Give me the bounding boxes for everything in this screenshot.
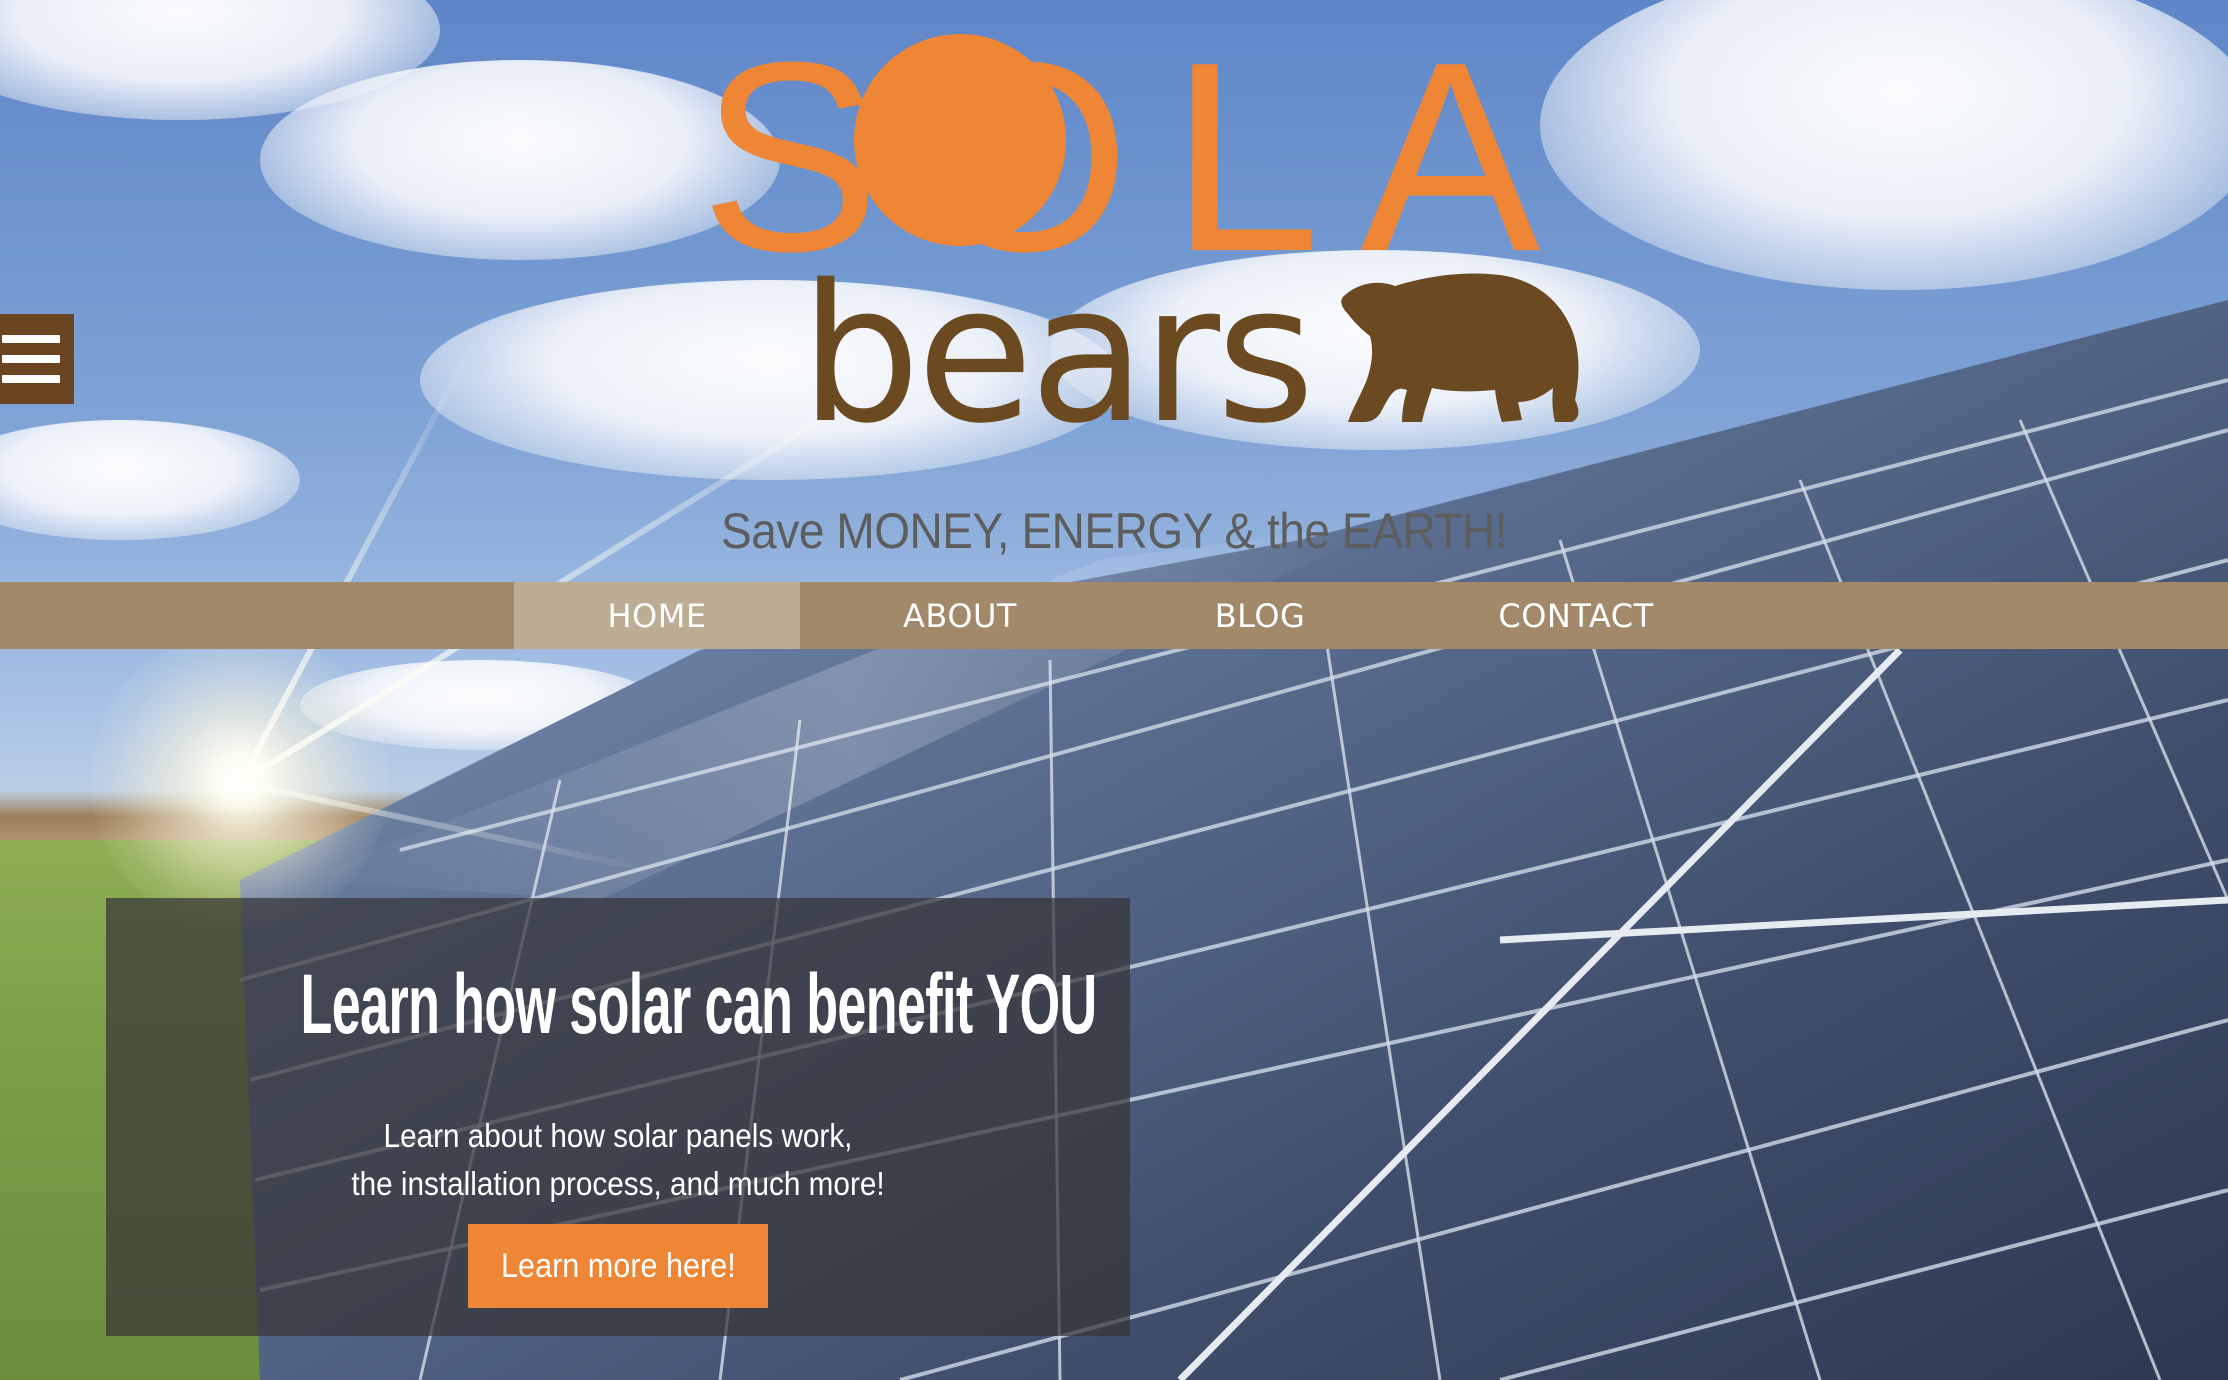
page: SOLAR bears Save MONEY, ENERGY & the EAR… xyxy=(0,0,2228,1380)
nav-home[interactable]: HOME xyxy=(514,582,800,649)
hamburger-icon-bar xyxy=(2,335,60,343)
tagline: Save MONEY, ENERGY & the EARTH! xyxy=(721,503,1507,559)
nav-about[interactable]: ABOUT xyxy=(830,582,1090,649)
hamburger-icon-bar xyxy=(2,355,60,363)
main-nav: HOME ABOUT BLOG CONTACT xyxy=(0,582,2228,649)
hero-card: Learn how solar can benefit YOU Learn ab… xyxy=(106,898,1130,1336)
learn-more-button[interactable]: Learn more here! xyxy=(468,1224,768,1308)
nav-blog[interactable]: BLOG xyxy=(1130,582,1390,649)
hero-description-line: the installation process, and much more! xyxy=(351,1165,885,1202)
hamburger-icon-bar xyxy=(2,375,60,383)
solar-bears-logo[interactable]: SOLAR bears xyxy=(660,0,1600,440)
hero-title: Learn how solar can benefit YOU xyxy=(300,957,1098,1051)
learn-more-button-label: Learn more here! xyxy=(500,1246,736,1285)
hero-description-line: Learn about how solar panels work, xyxy=(383,1117,853,1154)
menu-toggle-button[interactable] xyxy=(0,314,74,404)
logo-word-bears: bears xyxy=(800,244,1311,440)
hero-description: Learn about how solar panels work, the i… xyxy=(157,1112,1079,1208)
nav-contact[interactable]: CONTACT xyxy=(1436,582,1716,649)
bear-icon xyxy=(1341,273,1579,422)
